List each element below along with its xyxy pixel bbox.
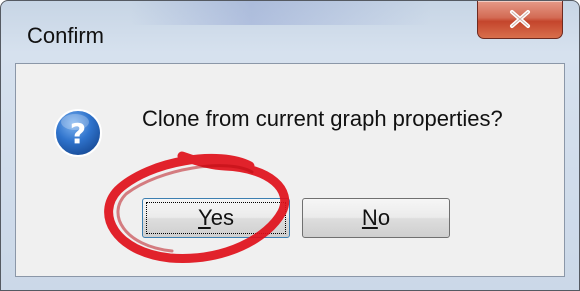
no-mnemonic: N	[361, 205, 378, 230]
no-label-rest: o	[377, 205, 391, 230]
no-button-label: No	[362, 205, 390, 230]
confirm-dialog: Confirm ? Clone from current graph prope…	[0, 0, 580, 291]
dialog-title: Confirm	[27, 23, 105, 48]
close-button[interactable]	[477, 1, 563, 39]
close-icon	[510, 10, 530, 28]
no-button[interactable]: No	[302, 198, 450, 238]
yes-button-label: Yes	[198, 205, 234, 230]
title-bar[interactable]: Confirm	[1, 1, 579, 61]
question-icon: ?	[54, 109, 102, 157]
yes-mnemonic: Y	[198, 205, 211, 230]
dialog-body: ? Clone from current graph properties? Y…	[15, 63, 565, 277]
confirm-message: Clone from current graph properties?	[142, 106, 503, 131]
yes-label-rest: es	[210, 205, 234, 230]
yes-button[interactable]: Yes	[142, 198, 290, 238]
svg-text:?: ?	[70, 117, 86, 150]
